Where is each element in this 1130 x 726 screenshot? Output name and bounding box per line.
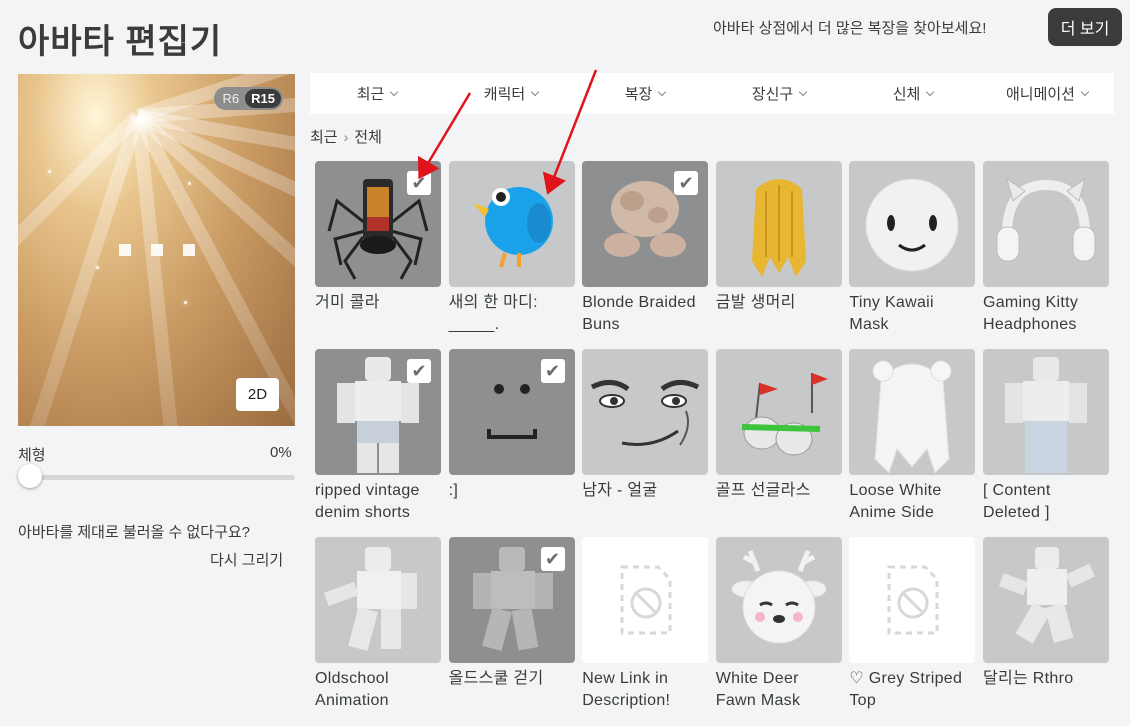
item-name[interactable]: [ Content Deleted ] [983,480,1109,524]
item-name[interactable]: 골프 선글라스 [716,480,842,502]
chevron-down-icon [530,87,540,96]
item-name[interactable]: ripped vintage denim shorts [315,480,441,524]
item-thumbnail[interactable] [849,349,976,475]
redraw-link[interactable]: 다시 그리기 [210,549,283,570]
item-thumbnail[interactable] [715,537,842,663]
item-thumbnail[interactable]: ✔ [315,349,441,475]
item-name[interactable]: Loose White Anime Side [849,480,975,524]
item-thumbnail[interactable] [849,161,976,287]
item-thumbnail[interactable]: ✔ [448,349,575,475]
item-card[interactable]: 새의 한 마디: _____. [448,161,575,349]
chevron-right-icon: › [343,128,349,145]
tab-accessories[interactable]: 장신구 [712,73,846,114]
item-thumbnail[interactable] [982,537,1109,663]
item-name[interactable]: Tiny Kawaii Mask [849,292,975,336]
item-thumbnail[interactable] [582,349,709,475]
rig-r15-option[interactable]: R15 [245,89,281,108]
checkmark-icon: ✔ [407,359,431,383]
item-card[interactable]: 금발 생머리 [715,161,842,349]
item-card[interactable]: Loose White Anime Side [849,349,976,537]
item-name[interactable]: White Deer Fawn Mask [716,668,842,712]
item-card[interactable]: White Deer Fawn Mask [715,537,842,725]
tab-clothing[interactable]: 복장 [578,73,712,114]
item-name[interactable]: 새의 한 마디: _____. [449,292,575,336]
item-card[interactable]: Tiny Kawaii Mask [849,161,976,349]
item-thumbnail[interactable] [715,161,842,287]
item-card[interactable]: Oldschool Animation [315,537,441,725]
rig-toggle[interactable]: R6 R15 [213,87,283,110]
body-type-slider-thumb[interactable] [18,464,42,488]
body-type-label: 체형 [18,447,46,464]
item-card[interactable]: 남자 - 얼굴 [582,349,709,537]
item-thumbnail[interactable] [582,537,709,663]
item-card[interactable]: [ Content Deleted ] [982,349,1109,537]
view-2d-button[interactable]: 2D [236,378,279,411]
item-thumbnail[interactable] [982,161,1109,287]
tab-recent[interactable]: 최근 [310,73,444,114]
breadcrumb: 최근 › 전체 [310,126,382,147]
checkmark-icon: ✔ [540,359,565,383]
item-thumbnail[interactable]: ✔ [582,161,709,287]
shop-promo-text: 아바타 상점에서 더 많은 복장을 찾아보세요! [713,20,987,37]
item-card[interactable]: Gaming Kitty Headphones [982,161,1109,349]
item-card[interactable]: ✔:] [448,349,575,537]
see-more-button[interactable]: 더 보기 [1048,8,1122,46]
item-card[interactable]: ✔ Blonde Braided Buns [582,161,709,349]
item-thumbnail[interactable] [982,349,1109,475]
item-name[interactable]: New Link in Description! [582,668,708,712]
loading-indicator [119,244,195,256]
item-name[interactable]: 올드스쿨 걷기 [449,668,575,690]
item-name[interactable]: 금발 생머리 [716,292,842,314]
chevron-down-icon [798,87,808,96]
tab-animations[interactable]: 애니메이션 [980,73,1114,114]
item-thumbnail[interactable] [715,349,842,475]
body-type-value: 0% [270,444,292,461]
body-type-slider-track[interactable] [18,475,295,480]
item-thumbnail[interactable] [315,537,441,663]
page-title: 아바타 편집기 [18,23,223,61]
item-name[interactable]: :] [449,480,575,502]
item-card[interactable]: 골프 선글라스 [715,349,842,537]
tab-characters[interactable]: 캐릭터 [444,73,578,114]
item-card[interactable]: ♡ Grey Striped Top [849,537,976,725]
chevron-down-icon [926,87,935,96]
breadcrumb-recent[interactable]: 최근 [310,126,338,147]
item-name[interactable]: 남자 - 얼굴 [582,480,708,502]
chevron-down-icon [1080,87,1090,96]
reload-question: 아바타를 제대로 불러올 수 없다구요? [18,524,251,541]
item-name[interactable]: Blonde Braided Buns [582,292,708,336]
item-card[interactable]: ✔ 올드스쿨 걷기 [448,537,575,725]
rig-r6-option[interactable]: R6 [223,91,240,106]
item-name[interactable]: 거미 콜라 [315,292,441,314]
item-thumbnail[interactable]: ✔ [315,161,441,287]
item-thumbnail[interactable]: ✔ [448,537,575,663]
checkmark-icon: ✔ [674,171,699,195]
item-card[interactable]: 달리는 Rthro [982,537,1109,725]
item-card[interactable]: ✔ 거미 콜라 [315,161,441,349]
item-name[interactable]: 달리는 Rthro [983,668,1109,690]
item-name[interactable]: Oldschool Animation [315,668,441,712]
chevron-down-icon [658,87,667,96]
chevron-down-icon [390,87,399,96]
item-name[interactable]: Gaming Kitty Headphones [983,292,1109,336]
item-grid: ✔ 거미 콜라 새의 한 마디: _____. ✔ Blonde Braided Bun… [315,161,1109,725]
tab-body[interactable]: 신체 [846,73,980,114]
breadcrumb-all: 전체 [354,129,382,146]
category-tabs: 최근 캐릭터 복장 장신구 신체 애니메이션 [310,73,1114,114]
item-name[interactable]: ♡ Grey Striped Top [849,668,975,712]
checkmark-icon: ✔ [540,547,565,571]
item-thumbnail[interactable] [448,161,575,287]
item-card[interactable]: New Link in Description! [582,537,709,725]
avatar-preview[interactable]: R6 R15 2D [18,74,295,426]
checkmark-icon: ✔ [407,171,431,195]
item-card[interactable]: ✔ ripped vintage denim shorts [315,349,441,537]
item-thumbnail[interactable] [849,537,976,663]
